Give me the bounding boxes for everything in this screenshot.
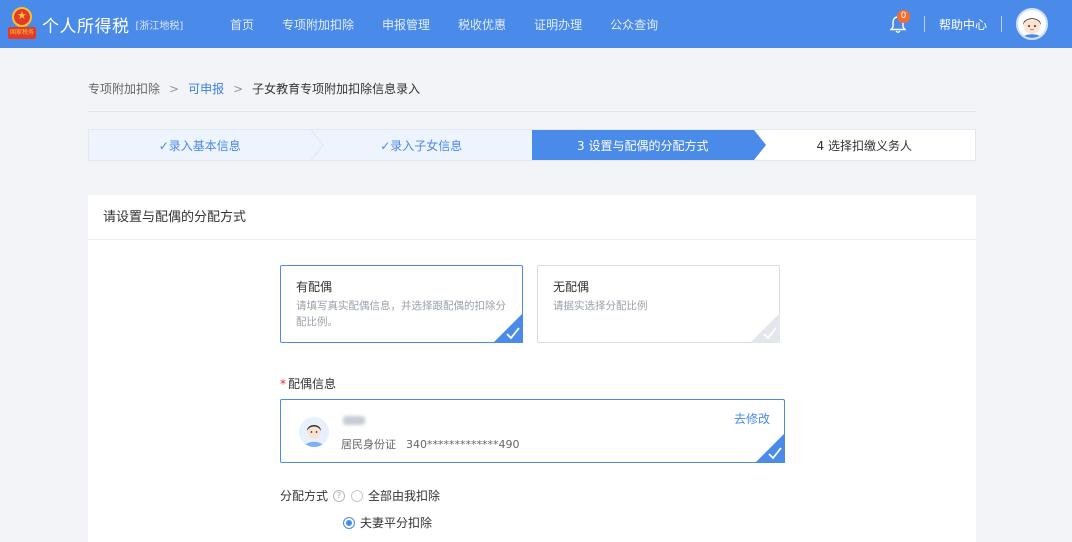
id-type: 居民身份证	[341, 438, 396, 451]
spouse-info-label: * 配偶信息	[280, 377, 337, 391]
spouse-info-box: 居民身份证 340*************490 去修改	[280, 399, 785, 463]
option-description: 请填写真实配偶信息，并选择跟配偶的扣除分配比例。	[296, 300, 506, 328]
spouse-id: 居民身份证 340*************490	[341, 436, 530, 452]
app-title: 个人所得税	[42, 16, 130, 37]
breadcrumb-divider	[88, 111, 976, 112]
allocation-card: 请设置与配偶的分配方式 有配偶 请填写真实配偶信息，并选择跟配偶的扣除分配比例。…	[88, 195, 976, 542]
selected-check-icon	[493, 313, 523, 343]
required-mark: *	[280, 377, 286, 391]
option-no-spouse[interactable]: 无配偶 请据实选择分配比例	[537, 265, 780, 343]
region-label: [浙江地税]	[135, 20, 184, 32]
divider	[923, 16, 925, 32]
step-spouse-allocation[interactable]: 3 设置与配偶的分配方式	[532, 130, 766, 160]
card-title: 请设置与配偶的分配方式	[88, 195, 976, 240]
step-arrow-icon	[310, 130, 324, 160]
radio-split-equally[interactable]	[343, 516, 355, 529]
nav-declaration[interactable]: 申报管理	[382, 16, 430, 33]
radio-label[interactable]: 夫妻平分扣除	[360, 514, 432, 531]
top-navigation-bar: ★ 国家税务 个人所得税 [浙江地税] 首页 专项附加扣除 申报管理 税收优惠 …	[0, 0, 1072, 48]
step-arrow-icon	[532, 130, 544, 160]
step-basic-info[interactable]: ✓录入基本信息	[89, 130, 324, 160]
step-child-info[interactable]: ✓录入子女信息	[310, 130, 544, 160]
option-title: 有配偶	[296, 280, 333, 294]
breadcrumb: 专项附加扣除 > 可申报 > 子女教育专项附加扣除信息录入	[88, 80, 420, 97]
nav-tax-benefits[interactable]: 税收优惠	[458, 16, 506, 33]
option-title: 无配偶	[553, 280, 590, 294]
nav-public-query[interactable]: 公众查询	[610, 16, 658, 33]
allocation-method-row: 分配方式 ? 全部由我扣除	[280, 487, 440, 504]
divider	[1001, 16, 1002, 32]
progress-steps: ✓录入基本信息 ✓录入子女信息 3 设置与配偶的分配方式 4 选择扣缴义务人	[88, 129, 976, 161]
step-arrow-icon	[753, 130, 766, 160]
breadcrumb-declarable[interactable]: 可申报	[188, 80, 224, 97]
logo[interactable]: ★ 国家税务 个人所得税 [浙江地税]	[8, 7, 208, 41]
breadcrumb-separator: >	[169, 81, 180, 96]
nav-special-deduction[interactable]: 专项附加扣除	[282, 16, 354, 33]
notification-bell-icon[interactable]: 0	[888, 10, 910, 35]
edit-spouse-link[interactable]: 去修改	[734, 410, 770, 427]
breadcrumb-special-deduction[interactable]: 专项附加扣除	[88, 80, 160, 97]
help-center-link[interactable]: 帮助中心	[939, 16, 987, 33]
nav-home[interactable]: 首页	[230, 16, 254, 33]
main-nav: 首页 专项附加扣除 申报管理 税收优惠 证明办理 公众查询	[230, 16, 686, 33]
id-number: 340*************490	[406, 438, 520, 451]
header-actions: 0 帮助中心	[888, 0, 1048, 48]
breadcrumb-separator: >	[233, 81, 244, 96]
step-label: 3 设置与配偶的分配方式	[577, 138, 709, 153]
spouse-name-blurred	[341, 416, 371, 428]
allocation-method-row-2: 夫妻平分扣除	[343, 514, 432, 531]
nav-certificates[interactable]: 证明办理	[534, 16, 582, 33]
help-question-icon[interactable]: ?	[333, 489, 346, 502]
selected-check-icon	[755, 433, 785, 463]
step-label: 4 选择扣缴义务人	[816, 138, 912, 153]
notification-badge: 0	[896, 10, 910, 23]
step-label: ✓录入子女信息	[380, 138, 463, 153]
national-emblem-icon: ★ 国家税务	[8, 7, 36, 41]
radio-label[interactable]: 全部由我扣除	[368, 487, 440, 504]
breadcrumb-current: 子女教育专项附加扣除信息录入	[252, 82, 421, 96]
option-has-spouse[interactable]: 有配偶 请填写真实配偶信息，并选择跟配偶的扣除分配比例。	[280, 265, 523, 343]
allocation-method-label: 分配方式	[280, 489, 329, 503]
user-avatar[interactable]	[1016, 8, 1048, 40]
step-label: ✓录入基本信息	[158, 138, 241, 153]
spouse-avatar-icon	[299, 417, 329, 447]
radio-all-by-me[interactable]	[351, 489, 364, 502]
step-withholding-agent[interactable]: 4 选择扣缴义务人	[753, 130, 975, 160]
option-description: 请据实选择分配比例	[553, 300, 648, 312]
unselected-check-icon	[750, 313, 780, 343]
